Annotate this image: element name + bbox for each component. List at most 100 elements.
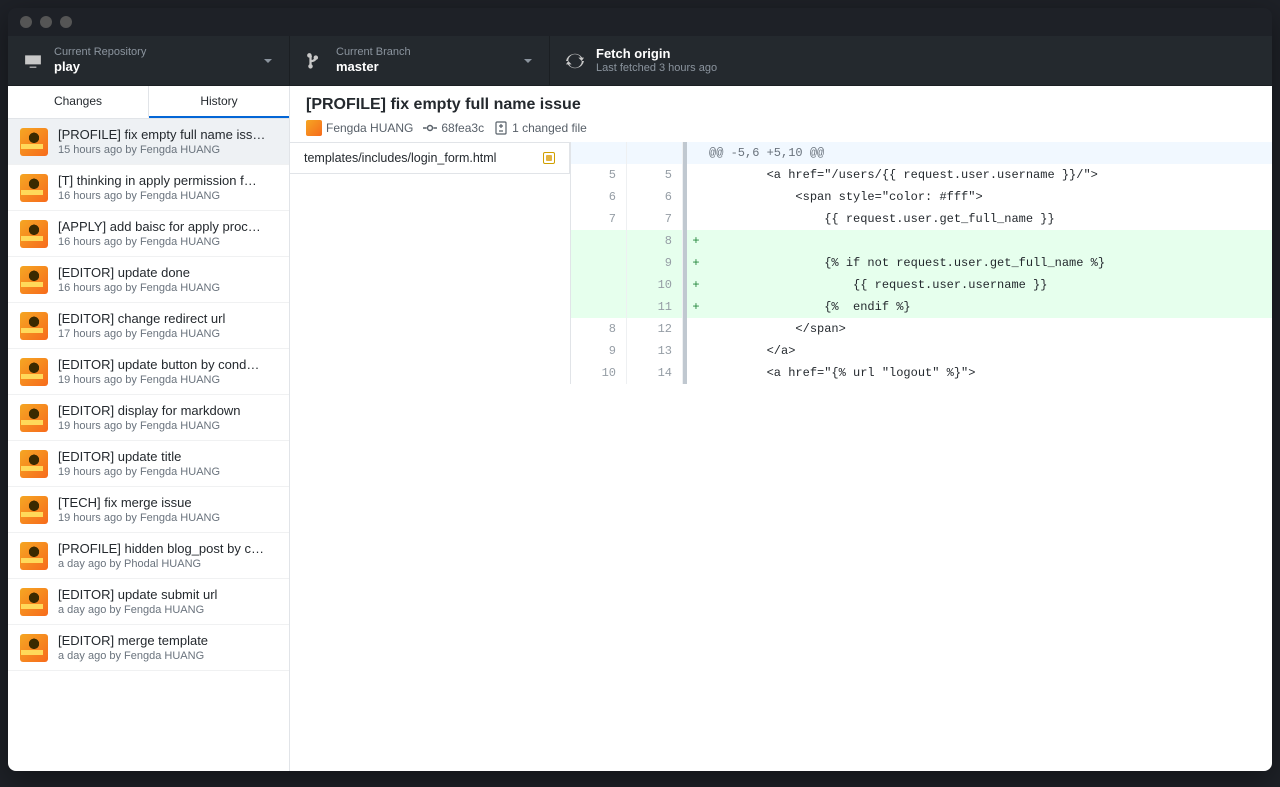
diff-line: 9+ {% if not request.user.get_full_name … <box>571 252 1272 274</box>
commit-item-meta: 16 hours ago by Fengda HUANG <box>58 282 277 294</box>
commit-title: [PROFILE] fix empty full name issue <box>306 96 1256 114</box>
author-name: Fengda HUANG <box>326 121 413 135</box>
branch-value: master <box>336 59 411 75</box>
monitor-icon <box>24 52 42 70</box>
commit-item-meta: 19 hours ago by Fengda HUANG <box>58 512 277 524</box>
sidebar: Changes History [PROFILE] fix empty full… <box>8 86 290 771</box>
changed-file-row[interactable]: templates/includes/login_form.html <box>290 142 570 174</box>
commit-icon <box>423 121 437 135</box>
avatar <box>20 542 48 570</box>
commit-item-meta: a day ago by Fengda HUANG <box>58 650 277 662</box>
branch-selector[interactable]: Current Branch master <box>290 36 550 85</box>
toolbar: Current Repository play Current Branch m… <box>8 36 1272 86</box>
tab-changes[interactable]: Changes <box>8 86 149 118</box>
commit-item-title: [TECH] fix merge issue <box>58 495 277 510</box>
commit-item-meta: 19 hours ago by Fengda HUANG <box>58 374 277 386</box>
commit-item[interactable]: [EDITOR] merge template a day ago by Feng… <box>8 625 289 671</box>
diff-line: 8+ <box>571 230 1272 252</box>
content-area: Changes History [PROFILE] fix empty full… <box>8 86 1272 771</box>
avatar <box>20 634 48 662</box>
sidebar-tabs: Changes History <box>8 86 289 119</box>
fetch-label: Fetch origin <box>596 46 717 62</box>
avatar <box>20 404 48 432</box>
commit-header: [PROFILE] fix empty full name issue Feng… <box>290 86 1272 142</box>
diff-line: @@ -5,6 +5,10 @@ <box>571 142 1272 164</box>
commit-item-meta: 19 hours ago by Fengda HUANG <box>58 420 277 432</box>
app-window: Current Repository play Current Branch m… <box>8 8 1272 771</box>
commit-item[interactable]: [EDITOR] update submit url a day ago by F… <box>8 579 289 625</box>
window-titlebar <box>8 8 1272 36</box>
zoom-icon[interactable] <box>60 16 72 28</box>
commit-item-title: [EDITOR] update title <box>58 449 277 464</box>
diff-line: 55 <a href="/users/{{ request.user.usern… <box>571 164 1272 186</box>
commit-item-title: [EDITOR] merge template <box>58 633 277 648</box>
repo-label: Current Repository <box>54 46 146 59</box>
commit-sha: 68fea3c <box>423 121 484 135</box>
minimize-icon[interactable] <box>40 16 52 28</box>
close-icon[interactable] <box>20 16 32 28</box>
chevron-down-icon <box>523 56 533 66</box>
repo-selector[interactable]: Current Repository play <box>8 36 290 85</box>
commit-item[interactable]: [PROFILE] hidden blog_post by c… a day ag… <box>8 533 289 579</box>
avatar <box>20 266 48 294</box>
chevron-down-icon <box>263 56 273 66</box>
changed-files: 1 changed file <box>494 121 587 135</box>
commit-item-title: [EDITOR] change redirect url <box>58 311 277 326</box>
commit-item[interactable]: [TECH] fix merge issue 19 hours ago by Fe… <box>8 487 289 533</box>
commit-item-title: [T] thinking in apply permission f… <box>58 173 277 188</box>
branch-icon <box>306 52 324 70</box>
fetch-sub: Last fetched 3 hours ago <box>596 62 717 75</box>
diff-line: 66 <span style="color: #fff"> <box>571 186 1272 208</box>
main-panel: [PROFILE] fix empty full name issue Feng… <box>290 86 1272 771</box>
diff-line: 11+ {% endif %} <box>571 296 1272 318</box>
commit-meta: Fengda HUANG 68fea3c 1 changed file <box>306 120 1256 136</box>
repo-value: play <box>54 59 146 75</box>
changed-count: 1 changed file <box>512 121 587 135</box>
diff-line: 913 </a> <box>571 340 1272 362</box>
commit-item-title: [EDITOR] display for markdown <box>58 403 277 418</box>
avatar <box>20 450 48 478</box>
commit-item-title: [EDITOR] update button by cond… <box>58 357 277 372</box>
commit-item[interactable]: [PROFILE] fix empty full name iss… 15 hou… <box>8 119 289 165</box>
commit-item-meta: 19 hours ago by Fengda HUANG <box>58 466 277 478</box>
commit-item-meta: 17 hours ago by Fengda HUANG <box>58 328 277 340</box>
commit-item-meta: a day ago by Fengda HUANG <box>58 604 277 616</box>
commit-item-title: [PROFILE] fix empty full name iss… <box>58 127 277 142</box>
diff-line: 1014 <a href="{% url "logout" %}"> <box>571 362 1272 384</box>
avatar <box>20 220 48 248</box>
fetch-button[interactable]: Fetch origin Last fetched 3 hours ago <box>550 36 810 85</box>
branch-label: Current Branch <box>336 46 411 59</box>
avatar <box>20 496 48 524</box>
commit-item[interactable]: [EDITOR] update title 19 hours ago by Fen… <box>8 441 289 487</box>
commit-item-title: [APPLY] add baisc for apply proc… <box>58 219 277 234</box>
commit-item-title: [EDITOR] update done <box>58 265 277 280</box>
commit-list[interactable]: [PROFILE] fix empty full name iss… 15 hou… <box>8 119 289 771</box>
diff-line: 10+ {{ request.user.username }} <box>571 274 1272 296</box>
commit-item-meta: 15 hours ago by Fengda HUANG <box>58 144 277 156</box>
commit-item[interactable]: [EDITOR] change redirect url 17 hours ago… <box>8 303 289 349</box>
sha-value: 68fea3c <box>441 121 484 135</box>
commit-item[interactable]: [EDITOR] update done 16 hours ago by Feng… <box>8 257 289 303</box>
diff-view[interactable]: @@ -5,6 +5,10 @@55 <a href="/users/{{ re… <box>570 142 1272 384</box>
avatar <box>20 588 48 616</box>
avatar <box>20 128 48 156</box>
tab-history[interactable]: History <box>149 86 289 118</box>
modified-icon <box>543 152 555 164</box>
file-path: templates/includes/login_form.html <box>304 151 496 165</box>
commit-item[interactable]: [EDITOR] display for markdown 19 hours ag… <box>8 395 289 441</box>
commit-item-meta: a day ago by Phodal HUANG <box>58 558 277 570</box>
avatar <box>20 312 48 340</box>
commit-item[interactable]: [T] thinking in apply permission f… 16 ho… <box>8 165 289 211</box>
diff-line: 812 </span> <box>571 318 1272 340</box>
commit-item[interactable]: [EDITOR] update button by cond… 19 hours … <box>8 349 289 395</box>
commit-item[interactable]: [APPLY] add baisc for apply proc…16 hour… <box>8 211 289 257</box>
commit-item-title: [PROFILE] hidden blog_post by c… <box>58 541 277 556</box>
avatar <box>20 174 48 202</box>
diff-line: 77 {{ request.user.get_full_name }} <box>571 208 1272 230</box>
avatar-icon <box>306 120 322 136</box>
commit-item-title: [EDITOR] update submit url <box>58 587 277 602</box>
diff-file-icon <box>494 121 508 135</box>
avatar <box>20 358 48 386</box>
commit-author: Fengda HUANG <box>306 120 413 136</box>
commit-item-meta: 16 hours ago by Fengda HUANG <box>58 190 277 202</box>
